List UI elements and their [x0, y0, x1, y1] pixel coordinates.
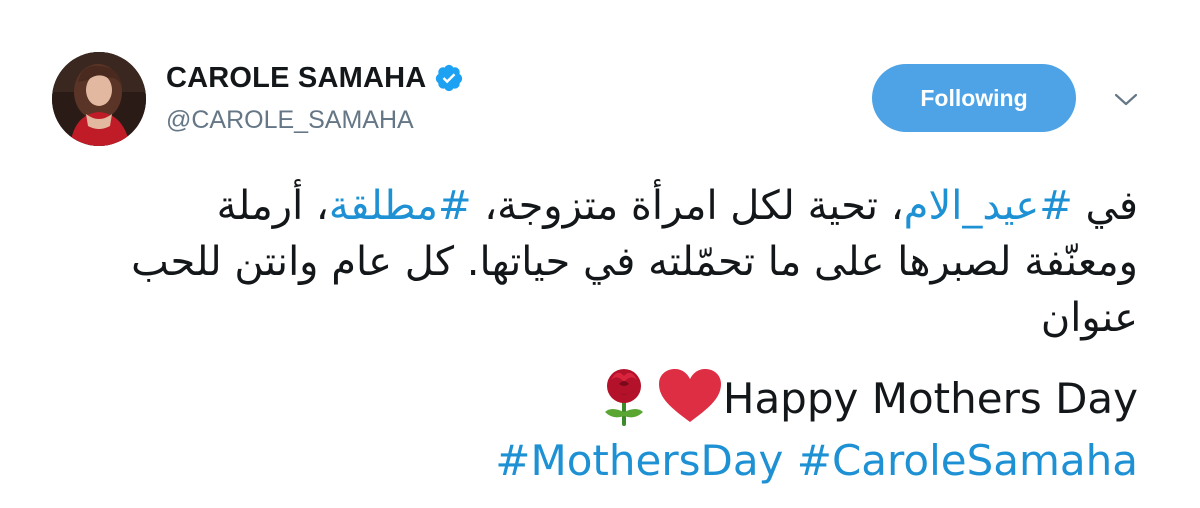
tweet-text-line-2: ومعنّفة لصبرها على ما تحمّلته في حياتها.… [131, 239, 1138, 285]
display-name[interactable]: CAROLE SAMAHA [166, 62, 426, 95]
verified-badge-icon [434, 63, 464, 93]
tweet-text-middle: ، تحية لكل امرأة متزوجة، [471, 183, 904, 229]
tweet-text-line-1: في #عيد_الام، تحية لكل امرأة متزوجة، #مط… [58, 178, 1138, 234]
hashtag-mutallaqa[interactable]: #مطلقة [329, 183, 472, 229]
user-handle[interactable]: @CAROLE_SAMAHA [166, 106, 414, 135]
english-greeting-line: Happy Mothers Day [597, 368, 1138, 428]
user-name-row: CAROLE SAMAHA [166, 60, 464, 96]
following-button[interactable]: Following [872, 64, 1076, 132]
tweet-text-line-3: عنوان [1040, 295, 1138, 341]
hashtags-line: #MothersDay #CaroleSamaha [495, 436, 1138, 485]
tweet-text-prefix: في [1072, 183, 1138, 229]
hashtag-eid-alam[interactable]: #عيد_الام [904, 183, 1073, 229]
hashtag-mothersday[interactable]: #MothersDay [495, 436, 783, 485]
tweet-text-suffix: ، أرملة [216, 183, 329, 229]
tweet-card: CAROLE SAMAHA @CAROLE_SAMAHA Following ف… [0, 0, 1200, 508]
heart-icon [657, 368, 723, 428]
tweet-text: في #عيد_الام، تحية لكل امرأة متزوجة، #مط… [58, 178, 1138, 346]
chevron-down-icon[interactable] [1112, 90, 1140, 110]
avatar[interactable] [52, 52, 146, 146]
rose-icon [597, 366, 651, 430]
english-greeting-text: Happy Mothers Day [722, 373, 1138, 423]
hashtag-carolesamaha[interactable]: #CaroleSamaha [797, 436, 1138, 485]
